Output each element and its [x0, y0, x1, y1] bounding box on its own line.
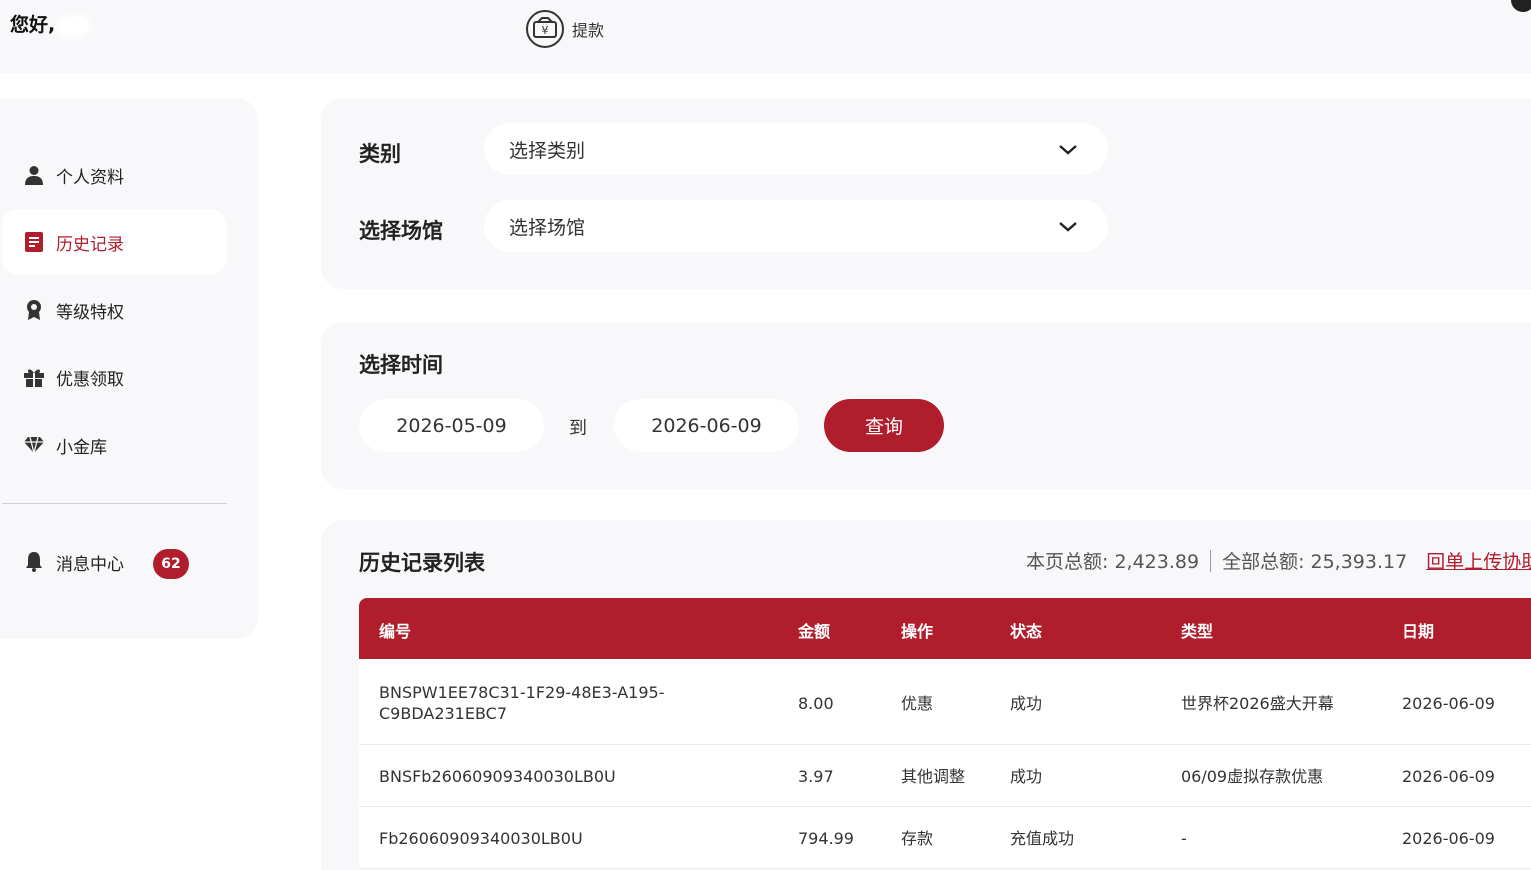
sidebar-item-label: 小金库: [56, 437, 107, 458]
query-button[interactable]: 查询: [824, 399, 944, 452]
venue-label: 选择场馆: [359, 219, 443, 243]
sidebar-item-profile[interactable]: 个人资料: [2, 142, 226, 208]
column-header-id: 编号: [379, 622, 412, 641]
withdraw-label: 提款: [572, 21, 605, 40]
sidebar-item-label: 历史记录: [56, 234, 124, 255]
totals: 本页总额: 2,423.89 全部总额: 25,393.17 回单上传协助: [1026, 547, 1531, 574]
cell-id: BNSPW1EE78C31-1F29-48E3-A195- C9BDA231EB…: [379, 682, 664, 724]
cell-type: 06/09虚拟存款优惠: [1181, 767, 1324, 786]
end-date-input[interactable]: 2026-06-09: [614, 399, 799, 452]
cell-action: 存款: [901, 829, 934, 848]
cell-type: 世界杯2026盛大开幕: [1181, 694, 1334, 713]
svg-text:¥: ¥: [542, 24, 549, 37]
to-label: 到: [569, 418, 587, 439]
history-title: 历史记录列表: [359, 551, 485, 575]
cell-action: 优惠: [901, 694, 934, 713]
table-row: BNSPW1EE78C31-1F29-48E3-A195- C9BDA231EB…: [359, 659, 1531, 745]
column-header-date: 日期: [1402, 622, 1435, 641]
sidebar-divider: [2, 503, 227, 504]
chevron-down-icon: [1059, 222, 1077, 232]
unread-badge: 62: [153, 549, 189, 579]
cell-action: 其他调整: [901, 767, 966, 786]
venue-select-value: 选择场馆: [509, 216, 586, 239]
category-select[interactable]: 选择类别: [484, 123, 1108, 175]
sidebar: 个人资料 历史记录 等级特权 优惠领取 小金库 消息中心 62: [0, 98, 258, 639]
cell-type: -: [1181, 829, 1187, 848]
column-header-status: 状态: [1010, 622, 1043, 641]
receipt-upload-link[interactable]: 回单上传协助: [1426, 547, 1531, 574]
history-panel: 历史记录列表 本页总额: 2,423.89 全部总额: 25,393.17 回单…: [321, 520, 1531, 870]
totals-separator: [1210, 549, 1212, 572]
cell-id: Fb26060909340030LB0U: [379, 829, 583, 848]
cell-amount: 3.97: [798, 767, 834, 786]
user-icon: [24, 165, 44, 185]
withdraw-button[interactable]: ¥ 提款: [526, 10, 604, 48]
top-bar: 您好, ¥ 提款: [0, 0, 1531, 73]
table-row: Fb26060909340030LB0U 794.99 存款 充值成功 - 20…: [359, 807, 1531, 869]
cell-amount: 794.99: [798, 829, 854, 848]
sidebar-item-messages[interactable]: 消息中心 62: [2, 529, 226, 595]
document-icon: [24, 232, 44, 252]
time-panel: 选择时间 2026-05-09 到 2026-06-09 查询: [321, 322, 1531, 489]
sidebar-item-history[interactable]: 历史记录: [2, 209, 226, 275]
cell-date: 2026-06-09: [1402, 829, 1495, 848]
sidebar-item-label: 优惠领取: [56, 369, 124, 390]
cell-id: BNSFb26060909340030LB0U: [379, 767, 616, 786]
page-total: 本页总额: 2,423.89: [1026, 551, 1200, 573]
cell-status: 成功: [1010, 767, 1043, 786]
cell-status: 成功: [1010, 694, 1043, 713]
venue-select[interactable]: 选择场馆: [484, 200, 1108, 252]
cell-status: 充值成功: [1010, 829, 1075, 848]
cell-date: 2026-06-09: [1402, 694, 1495, 713]
column-header-type: 类型: [1181, 622, 1214, 641]
username-redacted: [57, 14, 92, 37]
sidebar-item-promo[interactable]: 优惠领取: [2, 344, 226, 410]
chevron-down-icon: [1059, 145, 1077, 155]
greeting-text: 您好,: [10, 14, 56, 36]
table-header: 编号 金额 操作 状态 类型 日期: [359, 598, 1531, 659]
medal-icon: [24, 300, 44, 320]
diamond-icon: [24, 435, 44, 455]
sidebar-item-vault[interactable]: 小金库: [2, 412, 226, 478]
cell-amount: 8.00: [798, 694, 834, 713]
all-total: 全部总额: 25,393.17: [1222, 551, 1408, 573]
start-date-input[interactable]: 2026-05-09: [359, 399, 544, 452]
column-header-action: 操作: [901, 622, 934, 641]
sidebar-item-label: 个人资料: [56, 167, 124, 188]
sidebar-item-vip[interactable]: 等级特权: [2, 277, 226, 343]
cell-date: 2026-06-09: [1402, 767, 1495, 786]
category-select-value: 选择类别: [509, 139, 586, 162]
gift-icon: [24, 367, 44, 387]
table-row: BNSFb26060909340030LB0U 3.97 其他调整 成功 06/…: [359, 745, 1531, 807]
bell-icon: [24, 552, 44, 572]
filter-panel: 类别 选择类别 选择场馆 选择场馆: [321, 98, 1531, 289]
cell-id-line: C9BDA231EBC7: [379, 704, 508, 723]
greeting: 您好,: [10, 10, 92, 37]
sidebar-item-label: 消息中心: [56, 554, 124, 575]
withdraw-icon: ¥: [526, 10, 564, 48]
sidebar-item-label: 等级特权: [56, 302, 124, 323]
corner-icon[interactable]: [1511, 0, 1531, 12]
column-header-amount: 金额: [798, 622, 831, 641]
category-label: 类别: [359, 142, 401, 166]
time-title: 选择时间: [359, 353, 443, 377]
cell-id-line: BNSPW1EE78C31-1F29-48E3-A195-: [379, 683, 665, 702]
